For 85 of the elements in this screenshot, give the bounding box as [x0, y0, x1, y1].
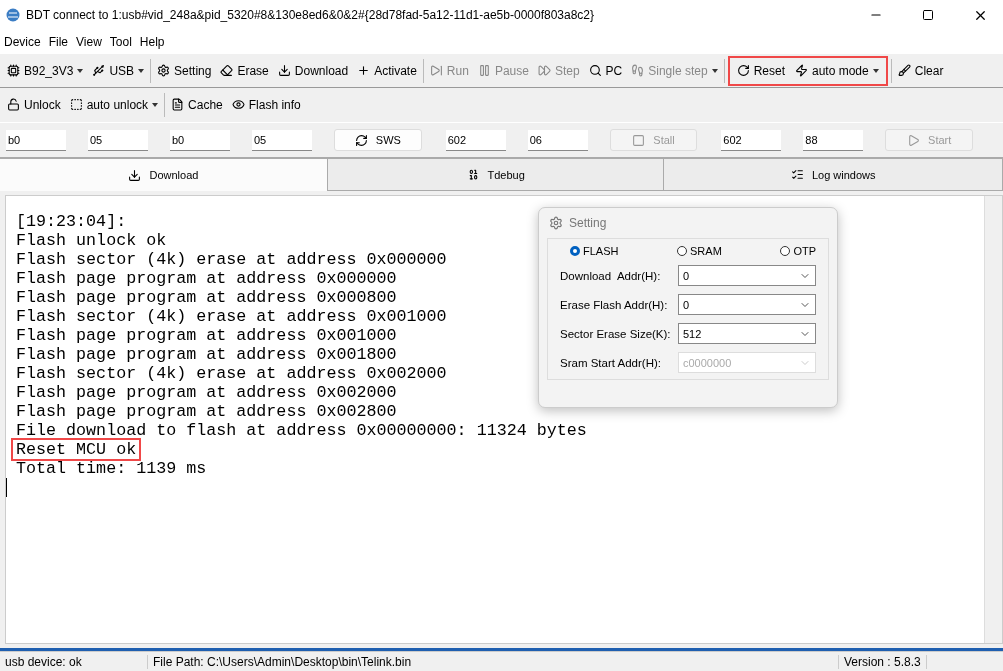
toolbar-button[interactable]: Clear	[894, 61, 947, 80]
field-label: Download Addr(H):	[560, 269, 661, 282]
search-icon	[588, 64, 602, 77]
log-line: File download to flash at address 0x00000000: 11324 bytes	[15, 421, 588, 440]
radio-option[interactable]: OTP	[780, 245, 816, 257]
stop-icon	[632, 133, 646, 147]
field-label: Sector Erase Size(K):	[560, 327, 671, 340]
brush-icon	[897, 64, 911, 77]
combo-box[interactable]: 0	[678, 294, 816, 315]
download-icon	[128, 168, 142, 182]
menu-item[interactable]: Help	[139, 35, 165, 49]
tab[interactable]: Download	[0, 159, 328, 191]
input-field[interactable]: 05	[252, 129, 312, 151]
eye-icon	[231, 98, 245, 111]
log-line: Flash unlock ok	[15, 231, 168, 250]
tab[interactable]: Log windows	[664, 159, 1003, 191]
radio-option[interactable]: SRAM	[677, 245, 722, 257]
plus-icon	[357, 64, 371, 77]
toolbar-button[interactable]: Cache	[168, 95, 226, 114]
toolbar-button[interactable]: Erase	[217, 61, 272, 80]
reset-icon	[736, 64, 750, 77]
input-field[interactable]: b0	[170, 129, 230, 151]
combo-box[interactable]: 0	[678, 265, 816, 286]
dropdown-button[interactable]: auto mode	[792, 61, 882, 80]
dialog-title: Setting	[569, 216, 607, 230]
status-text: usb device: ok	[0, 654, 148, 669]
toolbar-button[interactable]: PC	[585, 61, 626, 80]
settings-icon	[157, 64, 171, 77]
input-field[interactable]: 88	[803, 129, 864, 151]
log-line: [19:23:04]:	[15, 212, 128, 231]
file-icon	[171, 98, 185, 111]
toolbar-button[interactable]: Flash info	[228, 95, 304, 114]
log-line: Flash page program at address 0x001800	[15, 345, 398, 364]
toolbar-button[interactable]: Unlock	[4, 95, 64, 114]
run-icon	[429, 64, 443, 77]
toolbar-button[interactable]: Activate	[354, 61, 420, 80]
gear-icon	[549, 216, 563, 230]
pause-icon	[477, 64, 491, 77]
toolbar-button[interactable]: Reset	[733, 61, 788, 80]
dropdown-button[interactable]: USB	[89, 61, 148, 80]
log-line: Flash page program at address 0x001000	[15, 326, 398, 345]
input-field[interactable]: 602	[445, 129, 506, 151]
input-field[interactable]: 06	[527, 129, 588, 151]
toolbar-button[interactable]: Download	[274, 61, 352, 80]
download-icon	[277, 64, 291, 77]
log-line: Flash page program at address 0x000000	[15, 269, 398, 288]
footprints-icon	[631, 64, 645, 77]
log-line: Flash sector (4k) erase at address 0x000000	[15, 250, 448, 269]
dropdown-button[interactable]: auto unlock	[66, 95, 162, 114]
step-icon	[537, 64, 551, 77]
field-label: Erase Flash Addr(H):	[560, 298, 668, 311]
log-line: Reset MCU ok	[13, 440, 140, 459]
tab[interactable]: Tdebug	[327, 159, 665, 191]
eraser-icon	[220, 64, 234, 77]
log-line: Flash page program at address 0x002800	[15, 402, 398, 421]
radio-option[interactable]: FLASH	[570, 245, 619, 257]
maximize-icon	[922, 9, 934, 21]
log-line: Flash sector (4k) erase at address 0x001000	[15, 307, 448, 326]
unlock-icon	[7, 98, 20, 111]
text-cursor	[6, 478, 7, 497]
input-field[interactable]: 602	[721, 129, 782, 151]
log-line: Flash page program at address 0x002000	[15, 383, 398, 402]
window-title: BDT connect to 1:usb#vid_248a&pid_5320#8&130e8ed6&0&2#{28d78fad-5a12-11d1-ae5b-0000f803a8c2}	[26, 8, 596, 22]
list-icon	[790, 168, 804, 181]
menu-item[interactable]: View	[76, 35, 102, 49]
chip-icon	[7, 64, 20, 77]
input-field[interactable]: b0	[6, 129, 66, 151]
log-line: Total time: 1139 ms	[15, 459, 208, 478]
status-text: Version : 5.8.3	[839, 654, 927, 669]
toolbar-button[interactable]: Setting	[154, 61, 215, 80]
combo-box[interactable]: 512	[678, 323, 816, 344]
dropdown-button[interactable]: B92_3V3	[4, 61, 87, 80]
refresh-icon	[354, 133, 368, 147]
action-button[interactable]: SWS	[334, 129, 422, 151]
field-label: Sram Start Addr(H):	[560, 356, 661, 369]
menu-item[interactable]: Tool	[109, 35, 132, 49]
menu-item[interactable]: Device	[4, 35, 41, 49]
status-text: File Path: C:\Users\Admin\Desktop\bin\Telink.bin	[148, 654, 839, 669]
globe-icon	[6, 8, 20, 22]
log-line: Flash sector (4k) erase at address 0x002000	[15, 364, 448, 383]
log-line: Flash page program at address 0x000800	[15, 288, 398, 307]
menu-item[interactable]: File	[48, 35, 69, 49]
mode-icon	[795, 64, 808, 77]
input-field[interactable]: 05	[88, 129, 148, 151]
play-icon	[907, 133, 921, 147]
